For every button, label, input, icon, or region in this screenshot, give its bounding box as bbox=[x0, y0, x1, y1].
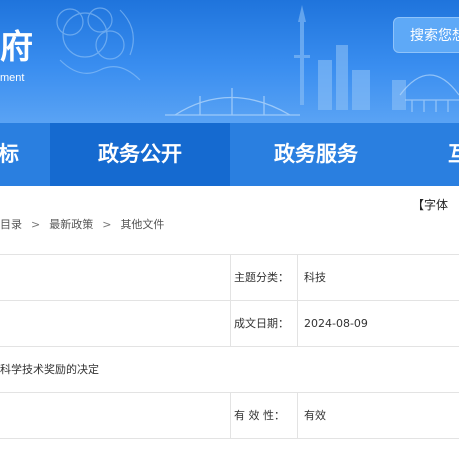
main-nav: 标 政务公开 政务服务 互 bbox=[0, 123, 459, 186]
validity-value: 有效 bbox=[304, 409, 326, 422]
breadcrumb-latest-policy[interactable]: 最新政策 bbox=[49, 218, 93, 231]
document-info-table: 主题分类： 科技 成文日期： 2024-08-09 科学技术奖励的决定 有 效 … bbox=[0, 254, 459, 439]
table-row: 主题分类： 科技 bbox=[0, 255, 459, 301]
breadcrumb-directory[interactable]: 目录 bbox=[0, 218, 22, 231]
subject-value: 科技 bbox=[304, 271, 326, 284]
validity-label: 有 效 性： bbox=[230, 393, 298, 438]
city-skyline-illustration bbox=[56, 5, 459, 116]
breadcrumb: 目录 > 最新政策 > 其他文件 bbox=[0, 216, 164, 232]
nav-item-home[interactable]: 标 bbox=[0, 123, 19, 186]
site-title: 府 bbox=[0, 27, 34, 66]
breadcrumb-other-files[interactable]: 其他文件 bbox=[120, 218, 164, 231]
date-value: 2024-08-09 bbox=[304, 317, 368, 330]
table-row: 科学技术奖励的决定 bbox=[0, 347, 459, 393]
search-button[interactable]: 搜索您想 bbox=[393, 17, 459, 53]
nav-item-interaction[interactable]: 互 bbox=[448, 123, 459, 186]
subject-label: 主题分类： bbox=[230, 255, 298, 300]
document-title: 科学技术奖励的决定 bbox=[0, 363, 99, 376]
font-size-toggle[interactable]: 【字体 bbox=[412, 196, 448, 213]
date-label: 成文日期： bbox=[230, 301, 298, 346]
nav-item-gov-services[interactable]: 政务服务 bbox=[274, 123, 358, 186]
table-row: 成文日期： 2024-08-09 bbox=[0, 301, 459, 347]
site-subtitle: ment bbox=[0, 72, 25, 84]
breadcrumb-separator: > bbox=[31, 218, 41, 231]
breadcrumb-separator: > bbox=[102, 218, 112, 231]
table-row: 有 效 性： 有效 bbox=[0, 393, 459, 439]
header-banner: 府 ment 搜索您想 bbox=[0, 0, 459, 123]
nav-item-gov-affairs-open[interactable]: 政务公开 bbox=[50, 123, 230, 186]
